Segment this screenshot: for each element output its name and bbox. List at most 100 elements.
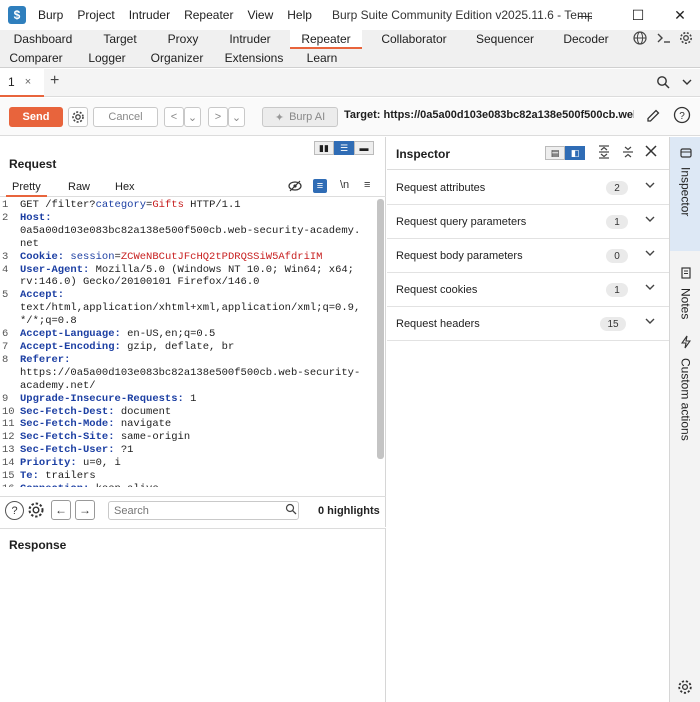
menu-project[interactable]: Project — [77, 8, 114, 22]
layout-split-vertical-button[interactable]: ▮▮ — [314, 141, 334, 155]
layout-tabs-button[interactable]: ▬ — [354, 141, 374, 155]
rail-custom-actions-label: Custom actions — [678, 358, 693, 441]
line-content: text/html,application/xhtml+xml,applicat… — [20, 302, 360, 315]
line-number: 16 — [0, 483, 20, 487]
hide-non-printable-icon[interactable] — [288, 180, 302, 195]
tab-logger[interactable]: Logger — [84, 49, 130, 68]
tab-organizer[interactable]: Organizer — [148, 49, 206, 68]
inspector-section-query-parameters[interactable]: Request query parameters 1 — [387, 205, 669, 239]
back-button[interactable]: < — [164, 107, 184, 127]
globe-icon[interactable] — [633, 31, 647, 48]
editor-scrollbar[interactable] — [377, 199, 384, 459]
menu-burp[interactable]: Burp — [38, 8, 63, 22]
close-tab-icon[interactable]: × — [25, 76, 31, 88]
inspector-section-body-parameters[interactable]: Request body parameters 0 — [387, 239, 669, 273]
tab-intruder[interactable]: Intruder — [222, 30, 278, 49]
request-line: 1 GET /filter?category=Gifts HTTP/1.1 — [0, 199, 376, 212]
line-number: 1 — [2, 199, 9, 211]
tab-learn[interactable]: Learn — [302, 49, 342, 68]
request-line: */*;q=0.8 — [0, 315, 376, 328]
send-settings-button[interactable] — [68, 107, 88, 127]
request-line: 4 User-Agent: Mozilla/5.0 (Windows NT 10.… — [0, 264, 376, 277]
close-inspector-icon[interactable] — [645, 145, 657, 160]
inspector-section-headers[interactable]: Request headers 15 — [387, 307, 669, 341]
tab-repeater[interactable]: Repeater — [290, 30, 362, 49]
burp-ai-button[interactable]: ✦ Burp AI — [262, 107, 338, 127]
chevron-down-icon[interactable] — [682, 76, 692, 90]
notes-icon — [680, 267, 691, 282]
tab-dashboard[interactable]: Dashboard — [8, 30, 78, 49]
editor-menu-icon[interactable]: ≡ — [364, 179, 370, 191]
send-button[interactable]: Send — [9, 107, 63, 127]
token: ?1 — [120, 444, 134, 457]
tab-sequencer[interactable]: Sequencer — [474, 30, 536, 49]
request-line: https://0a5a00d103e083bc82a138e500f500cb… — [0, 367, 376, 380]
token: Accept-Encoding: — [20, 340, 128, 353]
expand-all-icon[interactable] — [598, 145, 610, 162]
request-line: 6 Accept-Language: en-US,en;q=0.5 — [0, 328, 376, 341]
menu-repeater[interactable]: Repeater — [184, 8, 233, 22]
search-settings-icon[interactable] — [27, 501, 45, 522]
line-content: Cookie: session=ZCWeNBCutJFcHQ2tPDRQSSiW… — [20, 251, 322, 264]
inspector-layout-list-button[interactable]: ▤ — [545, 146, 565, 160]
token: gzip, deflate, br — [127, 340, 235, 353]
section-count-badge: 1 — [606, 215, 628, 229]
back-history-dropdown[interactable]: ⌄ — [184, 107, 201, 127]
editor-search-bar: ? ← → 0 highlights — [0, 496, 386, 526]
request-line: 11 Sec-Fetch-Mode: navigate — [0, 418, 376, 431]
menu-view[interactable]: View — [247, 8, 273, 22]
search-input[interactable] — [108, 501, 299, 520]
tab-target[interactable]: Target — [92, 30, 148, 49]
token: */*;q=0.8 — [20, 315, 77, 328]
tab-collaborator[interactable]: Collaborator — [378, 30, 450, 49]
tab-hex[interactable]: Hex — [109, 177, 141, 197]
token: Sec-Fetch-Site: — [20, 431, 121, 444]
inspector-panel: Inspector ▤ ◧ Request attributes 2 Reque… — [387, 137, 669, 702]
menu-intruder[interactable]: Intruder — [129, 8, 170, 22]
forward-history-dropdown[interactable]: ⌄ — [228, 107, 245, 127]
maximize-button[interactable]: ☐ — [615, 0, 661, 30]
previous-match-button[interactable]: ← — [51, 500, 71, 520]
line-content: net — [20, 238, 39, 251]
help-icon[interactable]: ? — [5, 501, 24, 520]
pretty-print-icon[interactable]: ≡ — [313, 179, 327, 193]
tab-raw[interactable]: Raw — [62, 177, 96, 197]
terminal-icon[interactable] — [656, 31, 672, 48]
tab-proxy[interactable]: Proxy — [160, 30, 206, 49]
rail-settings-icon[interactable] — [677, 679, 693, 698]
edit-target-icon[interactable] — [645, 108, 661, 127]
rail-custom-actions[interactable]: Custom actions — [670, 325, 700, 475]
inspector-layout-panel-button[interactable]: ◧ — [565, 146, 585, 160]
next-match-button[interactable]: → — [75, 500, 95, 520]
search-icon[interactable] — [656, 75, 670, 92]
help-icon[interactable]: ? — [673, 106, 691, 127]
settings-icon[interactable] — [679, 31, 693, 48]
add-tab-button[interactable]: + — [50, 72, 59, 90]
request-editor[interactable]: 1 GET /filter?category=Gifts HTTP/1.1 2 Hos… — [0, 199, 376, 487]
token: 0a5a00d103e083bc82a138e500f500cb.web-sec… — [20, 224, 361, 237]
forward-button[interactable]: > — [208, 107, 228, 127]
close-window-button[interactable]: ✕ — [660, 0, 700, 30]
line-content: Sec-Fetch-Dest: document — [20, 406, 171, 419]
tab-comparer[interactable]: Comparer — [8, 49, 64, 68]
token: session — [70, 250, 115, 263]
menu-help[interactable]: Help — [287, 8, 312, 22]
collapse-all-icon[interactable] — [622, 145, 634, 162]
newline-toggle[interactable]: \n — [340, 179, 349, 191]
line-number — [0, 315, 20, 328]
request-panel: ▮▮ ☰ ▬ Request Pretty Raw Hex ≡ \n ≡ 1 GE… — [0, 137, 386, 527]
token: https://0a5a00d103e083bc82a138e500f500cb… — [20, 366, 361, 379]
layout-split-horizontal-button[interactable]: ☰ — [334, 141, 354, 155]
inspector-section-cookies[interactable]: Request cookies 1 — [387, 273, 669, 307]
minimize-button[interactable]: — — [562, 0, 608, 30]
rail-inspector[interactable]: Inspector — [670, 137, 700, 251]
inspector-section-request-attributes[interactable]: Request attributes 2 — [387, 171, 669, 205]
token: rv:146.0) Gecko/20100101 Firefox/146.0 — [20, 276, 260, 289]
tab-extensions[interactable]: Extensions — [224, 49, 284, 68]
token: ZCWeNBCutJFcHQ2tPDRQSSiW5AfdriIM — [120, 250, 323, 263]
repeater-tab-1[interactable]: 1 × — [0, 69, 44, 97]
tab-decoder[interactable]: Decoder — [558, 30, 614, 49]
cancel-button[interactable]: Cancel — [93, 107, 158, 127]
line-number: 11 — [2, 418, 15, 431]
tab-pretty[interactable]: Pretty — [6, 177, 47, 197]
